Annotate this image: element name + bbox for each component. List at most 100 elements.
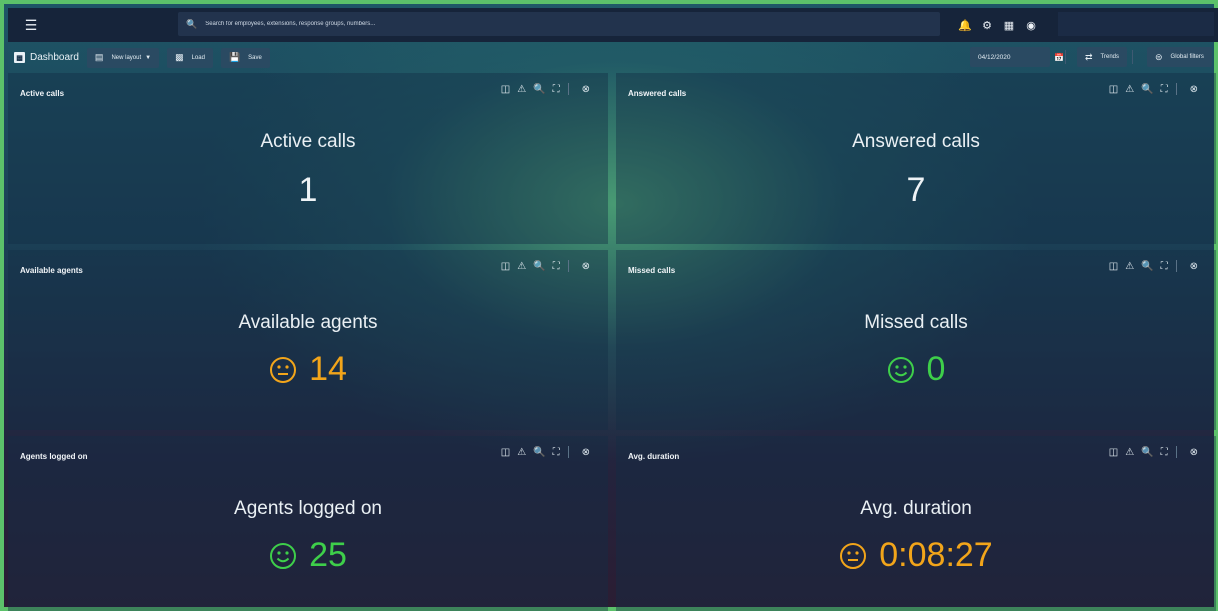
metric-value: 0:08:27 <box>616 536 1216 575</box>
panel-toolbar: ◫ ⚠ 🔍 ⛶ ⊗ <box>494 446 590 458</box>
calendar-icon[interactable]: 📅 <box>1054 53 1064 62</box>
alert-icon[interactable]: ⚠ <box>1125 447 1134 458</box>
save-label: Save <box>248 54 262 61</box>
panel-toolbar: ◫ ⚠ 🔍 ⛶ ⊗ <box>1102 446 1198 458</box>
metric-number: 0:08:27 <box>879 536 993 574</box>
chart-view-icon[interactable]: ◫ <box>1109 447 1118 458</box>
alert-icon[interactable]: ⚠ <box>1125 261 1134 272</box>
chart-view-icon[interactable]: ◫ <box>501 447 510 458</box>
top-icon-group: 🔔 ⚙ ▦ ◉ <box>954 8 1042 42</box>
panel-available-agents: Available agents ◫ ⚠ 🔍 ⛶ ⊗ Available age… <box>8 250 608 430</box>
dashboard-title: ▩ Dashboard <box>14 52 79 63</box>
alert-icon[interactable]: ⚠ <box>1125 84 1134 95</box>
save-icon: 💾 <box>228 52 241 62</box>
zoom-icon[interactable]: 🔍 <box>533 84 545 95</box>
panel-title: Agents logged on <box>20 452 88 461</box>
fullscreen-icon[interactable]: ⛶ <box>1161 447 1168 458</box>
metric-number: 14 <box>309 350 347 388</box>
new-layout-label: New layout <box>111 54 142 61</box>
zoom-icon[interactable]: 🔍 <box>1141 261 1153 272</box>
metric-value: 25 <box>8 536 608 575</box>
metric-number: 0 <box>926 350 946 388</box>
close-icon[interactable]: ⊗ <box>582 447 590 458</box>
alert-icon[interactable]: ⚠ <box>517 84 526 95</box>
metric-number: 1 <box>298 171 318 209</box>
search-input[interactable] <box>203 20 908 28</box>
global-filters-button[interactable]: ⊜ Global filters <box>1147 47 1212 67</box>
fullscreen-icon[interactable]: ⛶ <box>553 261 560 272</box>
metric-value: 7 <box>616 171 1216 210</box>
panel-toolbar: ◫ ⚠ 🔍 ⛶ ⊗ <box>1102 83 1198 95</box>
chart-view-icon[interactable]: ◫ <box>501 261 510 272</box>
metric-value: 0 <box>616 350 1216 389</box>
dashboard-frame: ☰ 🔍 🔔 ⚙ ▦ ◉ ▩ Dashboard ▤ New layout ▼ ▩… <box>0 0 1218 611</box>
close-icon[interactable]: ⊗ <box>1190 84 1198 95</box>
metric-label: Avg. duration <box>860 498 972 519</box>
panel-agents-logged-on: Agents logged on ◫ ⚠ 🔍 ⛶ ⊗ Agents logged… <box>8 436 608 611</box>
happy-face-icon <box>887 356 914 383</box>
panel-active-calls: Active calls ◫ ⚠ 🔍 ⛶ ⊗ Active calls 1 <box>8 73 608 244</box>
metric-value: 1 <box>8 171 608 210</box>
toolbar-divider <box>1065 50 1066 64</box>
date-picker[interactable]: 04/12/2020 📅 <box>970 47 1064 67</box>
new-layout-button[interactable]: ▤ New layout ▼ <box>86 47 160 68</box>
trends-button[interactable]: ⇄ Trends <box>1077 47 1127 67</box>
metric-label: Agents logged on <box>234 498 382 519</box>
chart-view-icon[interactable]: ◫ <box>501 84 510 95</box>
metric-label: Missed calls <box>864 312 968 333</box>
filter-icon: ⊜ <box>1155 51 1163 62</box>
alert-icon[interactable]: ⚠ <box>517 447 526 458</box>
apps-grid-icon[interactable]: ▦ <box>998 19 1020 32</box>
load-label: Load <box>191 54 205 61</box>
fullscreen-icon[interactable]: ⛶ <box>553 84 560 95</box>
load-icon: ▩ <box>175 52 184 62</box>
gear-icon[interactable]: ⚙ <box>976 19 998 32</box>
panel-title: Active calls <box>20 89 65 98</box>
palette-icon[interactable]: ◉ <box>1020 19 1042 32</box>
dropdown-caret-icon: ▼ <box>145 54 152 61</box>
top-bar: ☰ 🔍 🔔 ⚙ ▦ ◉ <box>8 8 1218 42</box>
zoom-icon[interactable]: 🔍 <box>1141 447 1153 458</box>
layout-icon: ▤ <box>94 52 104 62</box>
alert-icon[interactable]: ⚠ <box>517 261 526 272</box>
save-button[interactable]: 💾 Save <box>220 47 270 68</box>
zoom-icon[interactable]: 🔍 <box>1141 84 1153 95</box>
zoom-icon[interactable]: 🔍 <box>533 261 545 272</box>
search-bar[interactable]: 🔍 <box>178 12 940 36</box>
panel-toolbar: ◫ ⚠ 🔍 ⛶ ⊗ <box>494 83 590 95</box>
fullscreen-icon[interactable]: ⛶ <box>553 447 560 458</box>
chart-icon: ▩ <box>14 52 25 63</box>
fullscreen-icon[interactable]: ⛶ <box>1161 84 1168 95</box>
bell-icon[interactable]: 🔔 <box>954 19 976 32</box>
metric-number: 25 <box>309 536 347 574</box>
load-button[interactable]: ▩ Load <box>167 47 213 68</box>
toolbar-divider <box>1132 50 1133 64</box>
dashboard-label: Dashboard <box>30 52 79 63</box>
panel-toolbar: ◫ ⚠ 🔍 ⛶ ⊗ <box>494 260 590 272</box>
close-icon[interactable]: ⊗ <box>582 261 590 272</box>
chart-view-icon[interactable]: ◫ <box>1109 84 1118 95</box>
date-value: 04/12/2020 <box>978 53 1011 61</box>
hamburger-menu-icon[interactable]: ☰ <box>16 13 46 37</box>
metric-value: 14 <box>8 350 608 389</box>
zoom-icon[interactable]: 🔍 <box>533 447 545 458</box>
happy-face-icon <box>270 542 297 569</box>
panel-avg-duration: Avg. duration ◫ ⚠ 🔍 ⛶ ⊗ Avg. duration 0:… <box>616 436 1216 611</box>
panel-missed-calls: Missed calls ◫ ⚠ 🔍 ⛶ ⊗ Missed calls 0 <box>616 250 1216 430</box>
metric-label: Active calls <box>260 131 356 152</box>
trends-icon: ⇄ <box>1085 51 1093 62</box>
close-icon[interactable]: ⊗ <box>1190 261 1198 272</box>
fullscreen-icon[interactable]: ⛶ <box>1161 261 1168 272</box>
panel-toolbar: ◫ ⚠ 🔍 ⛶ ⊗ <box>1102 260 1198 272</box>
metric-label: Available agents <box>238 312 378 333</box>
close-icon[interactable]: ⊗ <box>582 84 590 95</box>
panel-answered-calls: Answered calls ◫ ⚠ 🔍 ⛶ ⊗ Answered calls … <box>616 73 1216 244</box>
close-icon[interactable]: ⊗ <box>1190 447 1198 458</box>
chart-view-icon[interactable]: ◫ <box>1109 261 1118 272</box>
neutral-face-icon <box>840 542 867 569</box>
metric-label: Answered calls <box>852 131 980 152</box>
panel-title: Missed calls <box>628 266 676 275</box>
panel-title: Answered calls <box>628 89 687 98</box>
user-area[interactable] <box>1058 12 1214 36</box>
panel-title: Avg. duration <box>628 452 680 461</box>
